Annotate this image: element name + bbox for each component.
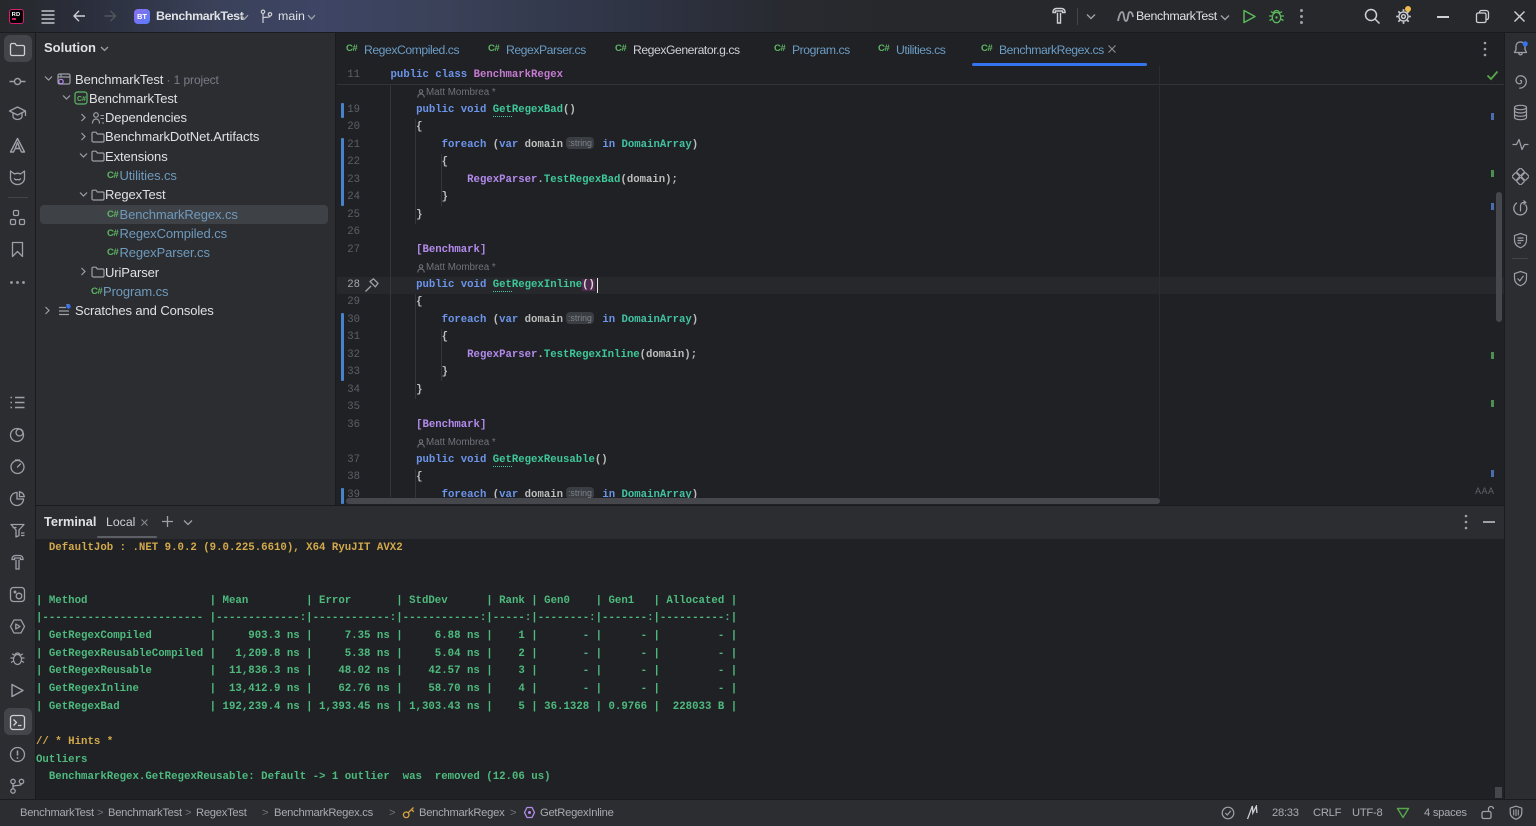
svg-text:C#: C# (77, 96, 86, 103)
